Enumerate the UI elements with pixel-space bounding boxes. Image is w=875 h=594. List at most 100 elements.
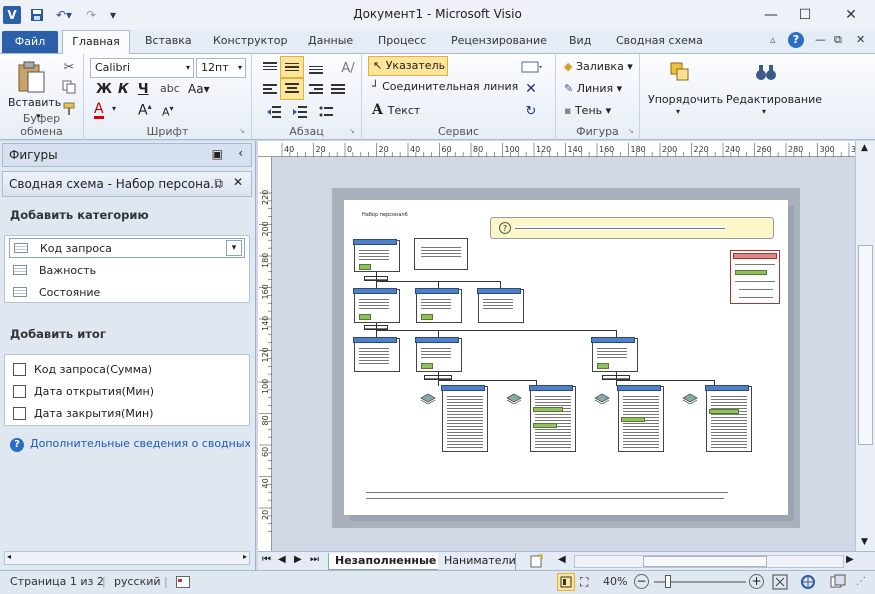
ribbon-collapse-icon[interactable]: ▵ bbox=[770, 33, 776, 46]
fit-page-view-icon[interactable] bbox=[557, 573, 575, 591]
editing-group[interactable]: Редактирование ▾ bbox=[718, 54, 822, 140]
text-tool-button[interactable]: A Текст bbox=[372, 102, 420, 118]
shrink-font-icon[interactable]: A▾ bbox=[162, 104, 174, 119]
zoom-in-icon[interactable]: + bbox=[749, 574, 764, 589]
zoom-level[interactable]: 40% bbox=[603, 575, 627, 588]
align-middle-icon[interactable] bbox=[280, 56, 304, 78]
pane-collapse-icon[interactable]: ‹ bbox=[238, 146, 243, 160]
pivot-node[interactable] bbox=[415, 337, 462, 372]
last-sheet-icon[interactable]: ⏭ bbox=[310, 554, 319, 565]
zoom-out-icon[interactable]: − bbox=[634, 574, 649, 589]
paste-button[interactable]: Вставить bbox=[8, 96, 61, 109]
cut-icon[interactable]: ✂ bbox=[60, 58, 78, 76]
left-pane-hscrollbar[interactable]: ◂ ▸ bbox=[4, 551, 250, 565]
category-item-request-id[interactable]: Код запроса ▾ bbox=[9, 238, 245, 258]
tab-review[interactable]: Рецензирование bbox=[451, 34, 547, 47]
checkbox[interactable] bbox=[13, 362, 26, 376]
align-left-icon[interactable] bbox=[260, 80, 280, 100]
first-sheet-icon[interactable]: ⏮ bbox=[262, 554, 271, 565]
pivot-node[interactable] bbox=[529, 385, 576, 452]
pane-close-icon[interactable]: ✕ bbox=[233, 175, 243, 189]
pivot-node[interactable] bbox=[353, 239, 400, 272]
sheet-tab-blank[interactable]: Незаполненные bbox=[328, 553, 444, 570]
category-item-status[interactable]: Состояние bbox=[13, 282, 100, 302]
pivot-node[interactable] bbox=[353, 288, 400, 323]
tab-insert[interactable]: Вставка bbox=[145, 34, 192, 47]
category-item-priority[interactable]: Важность bbox=[13, 260, 96, 280]
tab-pivot[interactable]: Сводная схема bbox=[616, 34, 703, 47]
pivot-node[interactable] bbox=[617, 385, 664, 452]
italic-icon[interactable]: К bbox=[118, 82, 129, 97]
hscroll-right-icon[interactable]: ▶ bbox=[846, 554, 854, 565]
scroll-thumb[interactable] bbox=[858, 245, 873, 445]
drawing-page[interactable]: Набор персонал6 ? bbox=[344, 200, 788, 515]
rectangle-shape-icon[interactable] bbox=[520, 60, 544, 74]
tab-design[interactable]: Конструктор bbox=[213, 34, 287, 47]
sheet-tab-employers[interactable]: Наниматели bbox=[438, 553, 516, 570]
line-button[interactable]: ✎ Линия ▾ bbox=[564, 82, 622, 95]
vertical-scrollbar[interactable]: ▲ ▼ bbox=[855, 141, 875, 551]
pane-dock-icon[interactable]: ⧉ bbox=[214, 176, 223, 191]
presentation-mode-icon[interactable]: ⛶ bbox=[580, 575, 594, 589]
rotate-text-icon[interactable]: ↻ bbox=[522, 102, 540, 120]
bullets-icon[interactable] bbox=[316, 102, 336, 122]
insert-sheet-icon[interactable] bbox=[530, 554, 546, 568]
font-color-icon[interactable]: A bbox=[94, 102, 104, 119]
tab-data[interactable]: Данные bbox=[308, 34, 353, 47]
paragraph-dialog-launcher-icon[interactable]: ↘ bbox=[349, 127, 355, 135]
text-direction-icon[interactable]: A/ bbox=[338, 58, 358, 78]
doc-minimize-icon[interactable]: — bbox=[815, 33, 826, 46]
paste-icon[interactable] bbox=[14, 60, 48, 94]
scroll-down-icon[interactable]: ▼ bbox=[861, 537, 868, 547]
minimize-button[interactable]: — bbox=[756, 4, 786, 26]
align-right-icon[interactable] bbox=[306, 80, 326, 100]
doc-restore-icon[interactable]: ⧉ bbox=[834, 33, 842, 47]
tab-process[interactable]: Процесс bbox=[378, 34, 426, 47]
pointer-tool-button[interactable]: ↖ Указатель bbox=[368, 56, 448, 76]
connector-tool-button[interactable]: ┘ Соединительная линия bbox=[372, 80, 518, 93]
close-x-icon[interactable]: ✕ bbox=[522, 80, 540, 98]
tab-home[interactable]: Главная bbox=[62, 30, 130, 55]
checkbox[interactable] bbox=[13, 384, 26, 398]
page-count[interactable]: Страница 1 из 2 bbox=[10, 575, 104, 588]
font-size-case-icon[interactable]: Аа▾ bbox=[188, 82, 210, 96]
pivot-node[interactable] bbox=[353, 337, 400, 372]
decrease-indent-icon[interactable] bbox=[264, 102, 284, 122]
strikethrough-icon[interactable]: abc bbox=[160, 82, 180, 95]
pivot-node[interactable] bbox=[477, 288, 524, 323]
next-sheet-icon[interactable]: ▶ bbox=[294, 554, 302, 565]
underline-icon[interactable]: Ч bbox=[138, 82, 149, 97]
total-item-request-id-sum[interactable]: Код запроса(Сумма) bbox=[13, 359, 152, 379]
font-dialog-launcher-icon[interactable]: ↘ bbox=[239, 127, 245, 135]
shape-dialog-launcher-icon[interactable]: ↘ bbox=[628, 127, 634, 135]
macro-record-icon[interactable] bbox=[176, 576, 190, 588]
close-button[interactable]: ✕ bbox=[836, 4, 866, 26]
horizontal-scrollbar[interactable] bbox=[574, 555, 844, 568]
help-icon[interactable]: ? bbox=[788, 32, 804, 48]
scroll-up-icon[interactable]: ▲ bbox=[861, 143, 868, 153]
shadow-button[interactable]: ▪ Тень ▾ bbox=[564, 104, 611, 117]
language-indicator[interactable]: русский bbox=[114, 575, 161, 588]
checkbox[interactable] bbox=[13, 406, 26, 420]
more-info-link[interactable]: ? Дополнительные сведения о сводных схем bbox=[10, 437, 250, 453]
font-color-dropdown-icon[interactable]: ▾ bbox=[112, 104, 116, 113]
align-bottom-icon[interactable] bbox=[306, 58, 326, 78]
pane-restore-icon[interactable]: ▣ bbox=[212, 147, 223, 161]
pivot-node[interactable] bbox=[414, 238, 468, 270]
switch-windows-icon[interactable] bbox=[830, 574, 846, 590]
arrange-group[interactable]: Упорядочить ▾ bbox=[640, 54, 723, 140]
justify-icon[interactable] bbox=[328, 80, 348, 100]
hscroll-left-icon[interactable]: ◀ bbox=[558, 554, 566, 565]
copy-icon[interactable] bbox=[60, 78, 78, 96]
hscroll-thumb[interactable] bbox=[643, 556, 767, 567]
align-top-icon[interactable] bbox=[260, 58, 280, 78]
font-name-combo[interactable]: Calibri ▾ bbox=[90, 58, 194, 78]
fit-to-window-icon[interactable] bbox=[772, 574, 788, 590]
pivot-node[interactable] bbox=[415, 288, 462, 323]
total-item-close-date-min[interactable]: Дата закрытия(Мин) bbox=[13, 403, 153, 423]
align-center-icon[interactable] bbox=[280, 78, 304, 100]
font-size-combo[interactable]: 12пт ▾ bbox=[196, 58, 246, 78]
prev-sheet-icon[interactable]: ◀ bbox=[278, 554, 286, 565]
pivot-node[interactable] bbox=[705, 385, 752, 452]
pivot-node[interactable] bbox=[441, 385, 488, 452]
